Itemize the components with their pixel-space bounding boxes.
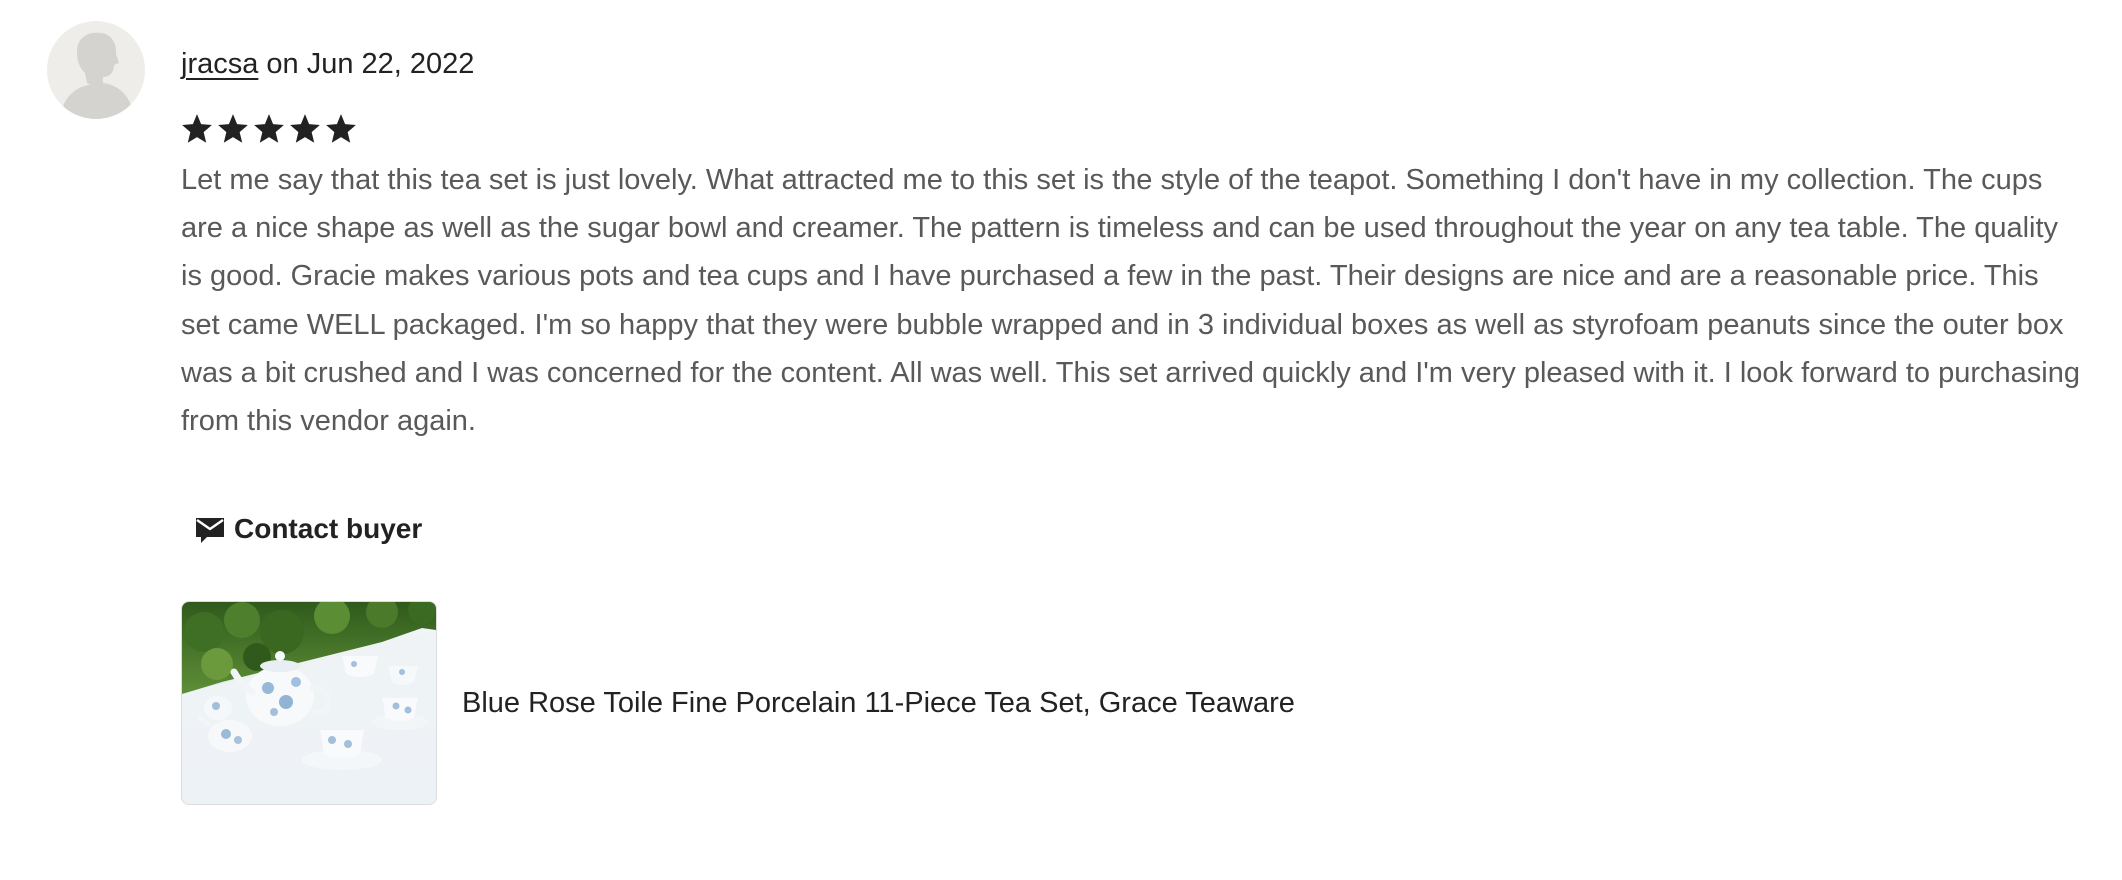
star-icon: [182, 114, 212, 143]
review-date: on Jun 22, 2022: [258, 48, 475, 80]
product-thumbnail[interactable]: [181, 601, 437, 805]
review-meta: jracsa on Jun 22, 2022: [181, 46, 474, 82]
tea-set-photo-image: [182, 602, 436, 804]
reviewer-username-link[interactable]: jracsa: [181, 48, 258, 80]
review-card: jracsa on Jun 22, 2022 Let me say that t…: [0, 0, 2122, 880]
mail-icon: [196, 518, 224, 543]
product-title[interactable]: Blue Rose Toile Fine Porcelain 11-Piece …: [462, 685, 1295, 721]
contact-buyer-button[interactable]: Contact buyer: [188, 505, 428, 553]
review-text: Let me say that this tea set is just lov…: [181, 164, 2080, 438]
avatar[interactable]: [47, 21, 145, 119]
star-icon: [218, 114, 248, 143]
star-rating: [180, 112, 358, 146]
star-icon: [290, 114, 320, 143]
user-silhouette-icon: [61, 32, 133, 119]
star-icon: [326, 114, 356, 143]
contact-buyer-label: Contact buyer: [234, 513, 423, 544]
product-link[interactable]: Blue Rose Toile Fine Porcelain 11-Piece …: [181, 601, 1295, 805]
star-icon: [254, 114, 284, 143]
